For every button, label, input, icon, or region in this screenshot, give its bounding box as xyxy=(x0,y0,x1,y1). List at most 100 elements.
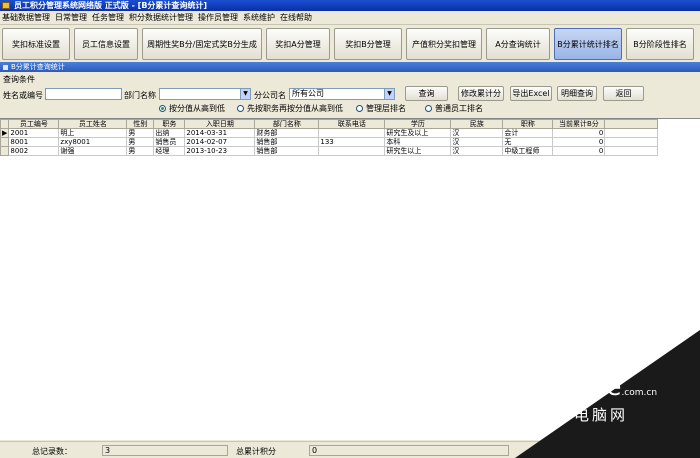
total-records-label: 总记录数： xyxy=(32,447,72,456)
table-header-row: 员工编号 员工姓名 性别 职务 入职日期 部门名称 联系电话 学历 民族 职称 … xyxy=(0,119,659,129)
cell-phone[interactable]: 133 xyxy=(318,137,386,147)
cell-education[interactable]: 研究生以上 xyxy=(384,146,452,156)
cell-ethnicity[interactable]: 汉 xyxy=(450,146,504,156)
radio-indicator xyxy=(356,105,363,112)
a-points-query-button[interactable]: A分查询统计 xyxy=(486,28,550,60)
column-header[interactable]: 员工姓名 xyxy=(58,119,128,129)
periodic-b-points-button[interactable]: 周期性奖B分/固定式奖B分生成 xyxy=(142,28,262,60)
radio-staff[interactable]: 普通员工排名 xyxy=(425,103,483,114)
cell-id[interactable]: 8002 xyxy=(8,146,60,156)
column-header[interactable]: 入职日期 xyxy=(184,119,256,129)
cell-dept[interactable]: 销售部 xyxy=(254,137,320,147)
radio-indicator xyxy=(425,105,432,112)
menu-basic-data[interactable]: 基础数据管理 xyxy=(1,11,54,25)
back-button[interactable]: 返回 xyxy=(603,86,644,101)
export-excel-button[interactable]: 导出Excel xyxy=(510,86,552,101)
cell-education[interactable]: 本科 xyxy=(384,137,452,147)
watermark-subtitle: 太平洋电脑网 xyxy=(520,406,629,424)
query-button[interactable]: 查询 xyxy=(405,86,448,101)
dept-select[interactable]: ▼ xyxy=(159,88,251,100)
cell-title[interactable]: 无 xyxy=(502,137,554,147)
column-header[interactable]: 员工编号 xyxy=(8,119,60,129)
query-group-label: 查询条件 xyxy=(3,75,35,84)
cell-gender[interactable]: 男 xyxy=(126,146,155,156)
radio-management[interactable]: 管理层排名 xyxy=(356,103,406,114)
company-select[interactable]: 所有公司 ▼ xyxy=(289,88,395,100)
cell-ethnicity[interactable]: 汉 xyxy=(450,137,504,147)
cell-filler xyxy=(604,137,659,147)
company-label: 分公司名 xyxy=(254,91,286,100)
radio-by-score[interactable]: 按分值从高到低 xyxy=(159,103,225,114)
b-points-stage-ranking-button[interactable]: B分阶段性排名 xyxy=(626,28,694,60)
section-title: B分累计查询统计 xyxy=(11,63,65,71)
cell-phone[interactable] xyxy=(318,128,386,138)
cell-position[interactable]: 经理 xyxy=(153,146,186,156)
output-points-button[interactable]: 产值积分奖扣管理 xyxy=(406,28,482,60)
cell-b-points[interactable]: 0 xyxy=(552,137,606,147)
name-label: 姓名或编号 xyxy=(3,91,43,100)
table-row[interactable]: 8002 谢强 男 经理 2013-10-23 销售部 研究生以上 汉 中级工程… xyxy=(0,146,659,156)
row-indicator xyxy=(0,137,10,147)
watermark-logo: PConline.com.cn xyxy=(517,373,658,401)
current-row-arrow-icon: ▶ xyxy=(0,128,10,138)
menu-bar: 基础数据管理 日常管理 任务管理 积分数据统计管理 操作员管理 系统维护 在线帮… xyxy=(0,11,700,25)
cell-filler xyxy=(604,128,659,138)
cell-title[interactable]: 中级工程师 xyxy=(502,146,554,156)
cell-hire-date[interactable]: 2014-03-31 xyxy=(184,128,256,138)
modify-total-button[interactable]: 修改累计分 xyxy=(458,86,504,101)
menu-help[interactable]: 在线帮助 xyxy=(279,11,316,25)
window-title: 员工积分管理系统网络版 正式版 - [B分累计查询统计] xyxy=(14,1,208,10)
table-row[interactable]: ▶ 2001 明上 男 出纳 2014-03-31 财务部 研究生及以上 汉 会… xyxy=(0,128,659,138)
collapse-icon[interactable] xyxy=(3,64,8,70)
cell-b-points[interactable]: 0 xyxy=(552,146,606,156)
row-indicator xyxy=(0,146,10,156)
cell-phone[interactable] xyxy=(318,146,386,156)
dept-label: 部门名称 xyxy=(124,91,156,100)
window-titlebar: 员工积分管理系统网络版 正式版 - [B分累计查询统计] xyxy=(0,0,700,11)
table-row[interactable]: 8001 zxy8001 男 销售员 2014-02-07 销售部 133 本科… xyxy=(0,137,659,147)
cell-ethnicity[interactable]: 汉 xyxy=(450,128,504,138)
cell-name[interactable]: zxy8001 xyxy=(58,137,128,147)
cell-name[interactable]: 明上 xyxy=(58,128,128,138)
radio-indicator xyxy=(237,105,244,112)
cell-name[interactable]: 谢强 xyxy=(58,146,128,156)
cell-position[interactable]: 出纳 xyxy=(153,128,186,138)
reward-standard-button[interactable]: 奖扣标准设置 xyxy=(2,28,70,60)
cell-dept[interactable]: 财务部 xyxy=(254,128,320,138)
cell-gender[interactable]: 男 xyxy=(126,128,155,138)
menu-daily[interactable]: 日常管理 xyxy=(54,11,91,25)
chevron-down-icon[interactable]: ▼ xyxy=(240,89,250,99)
cell-education[interactable]: 研究生及以上 xyxy=(384,128,452,138)
column-header[interactable]: 性别 xyxy=(126,119,155,129)
cell-b-points[interactable]: 0 xyxy=(552,128,606,138)
column-header[interactable]: 民族 xyxy=(450,119,504,129)
menu-task[interactable]: 任务管理 xyxy=(91,11,128,25)
cell-id[interactable]: 2001 xyxy=(8,128,60,138)
cell-title[interactable]: 会计 xyxy=(502,128,554,138)
b-points-ranking-button[interactable]: B分累计统计排名 xyxy=(554,28,622,60)
column-header[interactable]: 当前累计B分 xyxy=(552,119,606,129)
menu-points-stats[interactable]: 积分数据统计管理 xyxy=(128,11,197,25)
radio-by-position[interactable]: 先按职务再按分值从高到低 xyxy=(237,103,343,114)
chevron-down-icon[interactable]: ▼ xyxy=(384,89,394,99)
column-header[interactable]: 职称 xyxy=(502,119,554,129)
detail-query-button[interactable]: 明细查询 xyxy=(557,86,597,101)
cell-dept[interactable]: 销售部 xyxy=(254,146,320,156)
cell-gender[interactable]: 男 xyxy=(126,137,155,147)
b-points-manage-button[interactable]: 奖扣B分管理 xyxy=(334,28,402,60)
column-header[interactable]: 学历 xyxy=(384,119,452,129)
column-header[interactable]: 联系电话 xyxy=(318,119,386,129)
cell-hire-date[interactable]: 2014-02-07 xyxy=(184,137,256,147)
menu-system[interactable]: 系统维护 xyxy=(242,11,279,25)
cell-hire-date[interactable]: 2013-10-23 xyxy=(184,146,256,156)
menu-operator[interactable]: 操作员管理 xyxy=(197,11,242,25)
radio-indicator xyxy=(159,105,166,112)
cell-position[interactable]: 销售员 xyxy=(153,137,186,147)
cell-id[interactable]: 8001 xyxy=(8,137,60,147)
a-points-manage-button[interactable]: 奖扣A分管理 xyxy=(266,28,330,60)
results-table: 员工编号 员工姓名 性别 职务 入职日期 部门名称 联系电话 学历 民族 职称 … xyxy=(0,119,659,156)
column-header[interactable]: 职务 xyxy=(153,119,186,129)
column-header[interactable]: 部门名称 xyxy=(254,119,320,129)
name-input[interactable] xyxy=(45,88,122,100)
employee-info-button[interactable]: 员工信息设置 xyxy=(74,28,138,60)
